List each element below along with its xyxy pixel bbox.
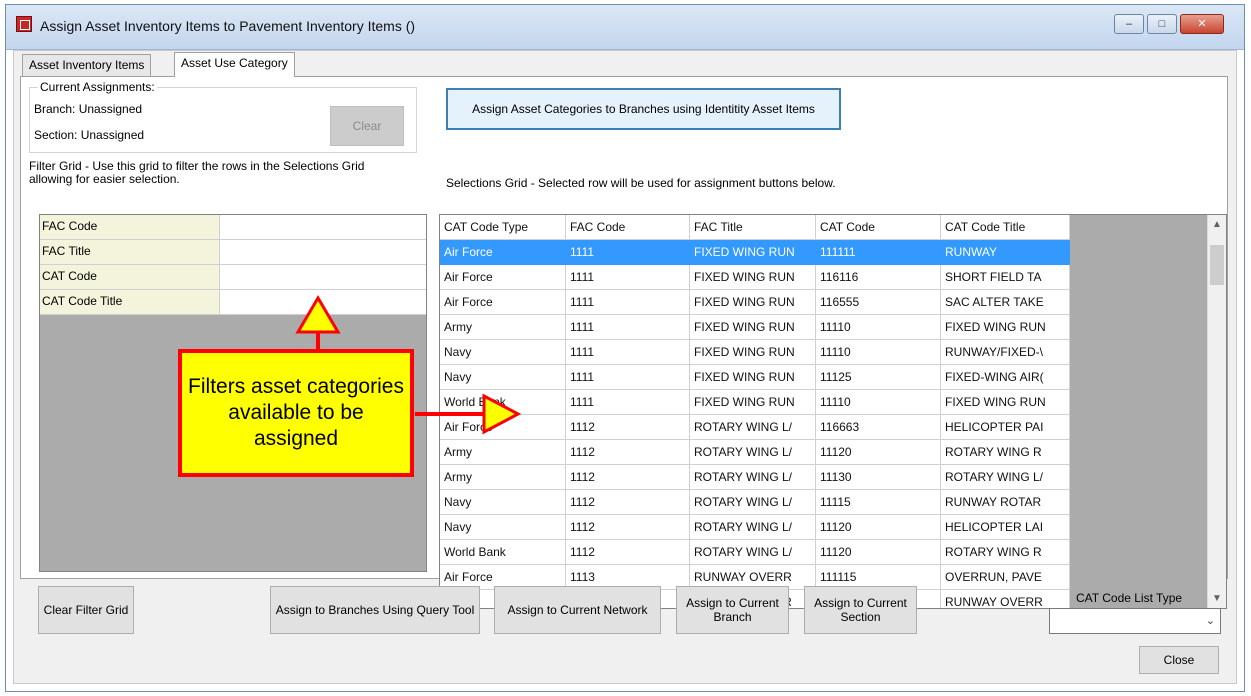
annotation-arrows <box>295 295 522 435</box>
callout-up-arrow-icon <box>295 295 341 334</box>
callout-right-arrow-icon <box>482 393 522 435</box>
